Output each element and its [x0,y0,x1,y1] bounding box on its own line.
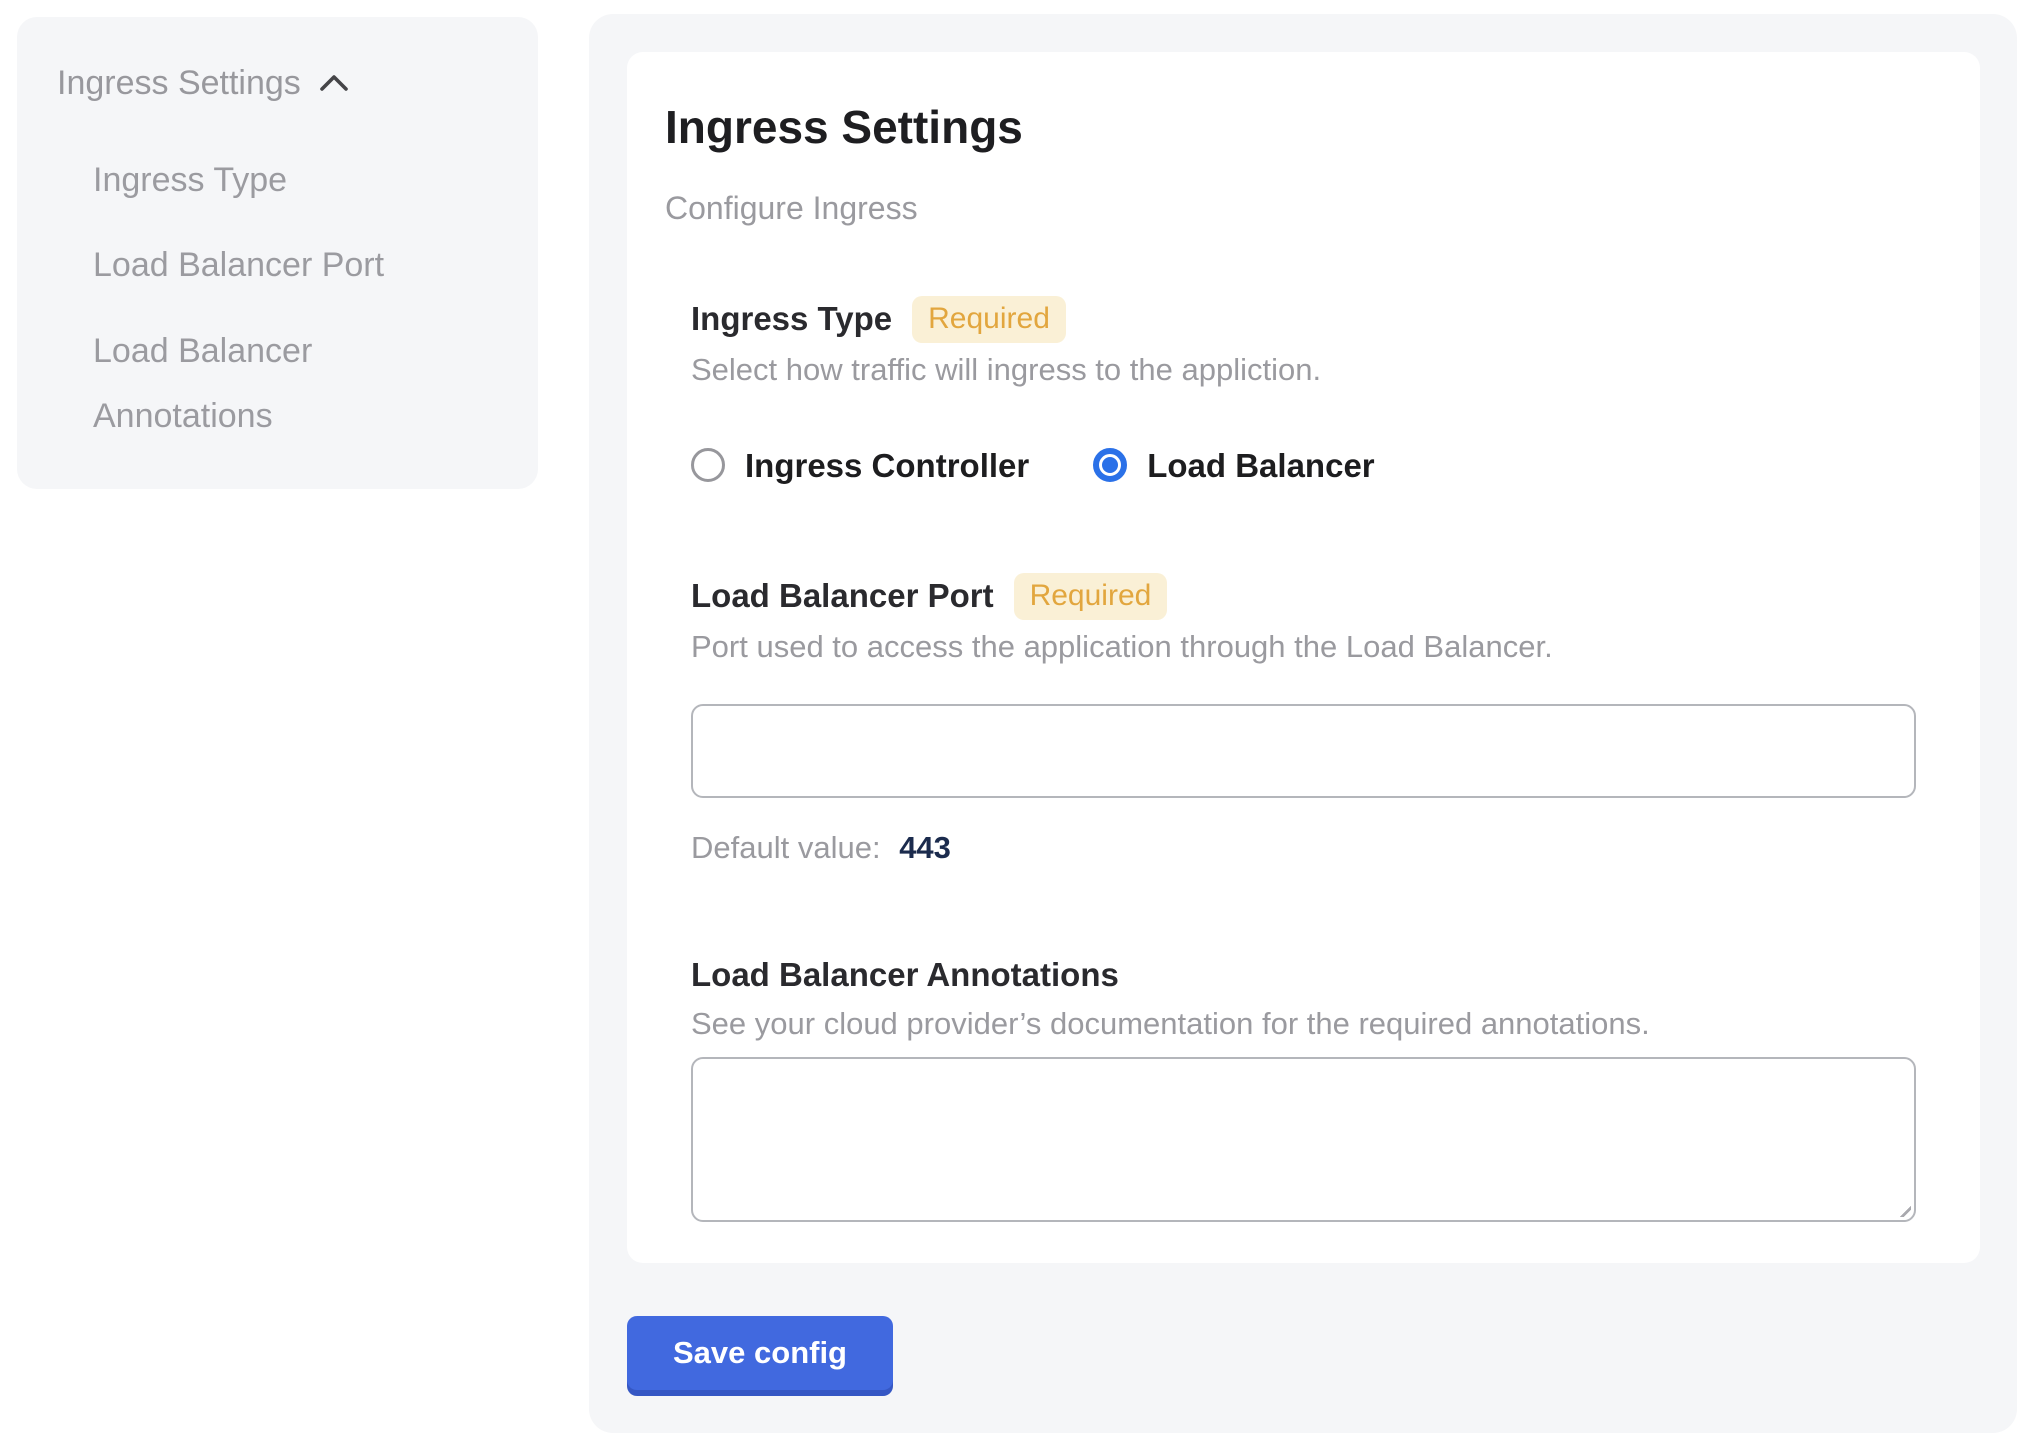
ingress-type-label: Ingress Type [691,298,892,341]
sidebar-section-title[interactable]: Ingress Settings [57,63,301,104]
chevron-up-icon[interactable] [319,73,349,93]
ingress-settings-card: Ingress Settings Configure Ingress Ingre… [627,52,1980,1263]
sidebar-item-load-balancer-annotations[interactable]: Load Balancer Annotations [93,319,423,448]
required-badge: Required [912,296,1066,343]
load-balancer-annotations-description: See your cloud provider’s documentation … [691,1004,1916,1044]
ingress-type-description: Select how traffic will ingress to the a… [691,350,1916,390]
main-panel: Ingress Settings Configure Ingress Ingre… [589,14,2017,1433]
required-badge: Required [1014,573,1168,620]
sidebar-item-load-balancer-port[interactable]: Load Balancer Port [93,233,423,298]
load-balancer-annotations-textarea[interactable] [691,1057,1916,1222]
page-subtitle: Configure Ingress [665,188,1942,228]
sidebar-section-toggle[interactable]: Ingress Settings [57,63,498,104]
load-balancer-port-section: Load Balancer Port Required Port used to… [691,573,1916,869]
radio-label-load-balancer[interactable]: Load Balancer [1147,446,1374,486]
radio-option-load-balancer[interactable]: Load Balancer [1093,446,1374,486]
default-value-number: 443 [899,830,951,865]
save-config-button[interactable]: Save config [627,1316,893,1390]
load-balancer-port-input[interactable] [691,704,1916,798]
default-value-label: Default value: [691,830,881,865]
ingress-type-radio-group: Ingress Controller Load Balancer [691,446,1916,486]
page-title: Ingress Settings [665,100,1942,154]
radio-load-balancer[interactable] [1093,448,1127,482]
load-balancer-port-label: Load Balancer Port [691,575,994,618]
load-balancer-annotations-section: Load Balancer Annotations See your cloud… [691,954,1916,1222]
radio-ingress-controller[interactable] [691,448,725,482]
default-value-helper: Default value: 443 [691,828,1916,868]
sidebar-item-list: Ingress Type Load Balancer Port Load Bal… [93,148,498,448]
settings-sidebar: Ingress Settings Ingress Type Load Balan… [17,17,538,489]
load-balancer-annotations-label: Load Balancer Annotations [691,954,1119,997]
radio-label-ingress-controller[interactable]: Ingress Controller [745,446,1029,486]
load-balancer-port-description: Port used to access the application thro… [691,627,1916,667]
radio-option-ingress-controller[interactable]: Ingress Controller [691,446,1029,486]
sidebar-item-ingress-type[interactable]: Ingress Type [93,148,423,213]
ingress-type-section: Ingress Type Required Select how traffic… [691,296,1916,485]
